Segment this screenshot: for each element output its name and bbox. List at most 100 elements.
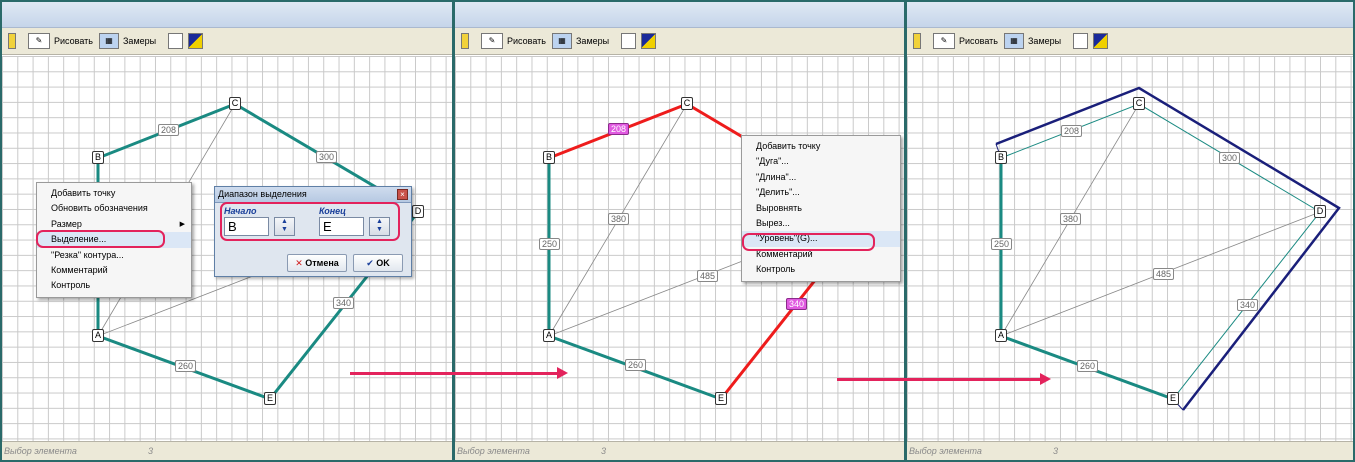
frame-icon[interactable] <box>168 33 183 49</box>
ok-button[interactable]: ✔ OK <box>353 254 403 272</box>
menu-item-add-point[interactable]: Добавить точку <box>37 186 191 201</box>
context-menu: Добавить точку "Дуга"... "Длина"... "Дел… <box>741 135 901 282</box>
menu-item-level[interactable]: "Уровень"(G)... <box>742 231 900 247</box>
node-b[interactable]: B <box>92 151 104 164</box>
color-icon[interactable] <box>1093 33 1108 49</box>
start-label: Начало <box>224 206 257 216</box>
ruler-icon[interactable] <box>8 33 16 49</box>
draw-button[interactable]: Рисовать <box>507 36 546 46</box>
frame-icon[interactable] <box>1073 33 1088 49</box>
node-e[interactable]: E <box>715 392 727 405</box>
dim-485[interactable]: 485 <box>1153 268 1175 280</box>
node-d[interactable]: D <box>1314 205 1326 218</box>
draw-button[interactable]: Рисовать <box>54 36 93 46</box>
cancel-button[interactable]: ✕ Отмена <box>287 254 347 272</box>
node-b[interactable]: B <box>995 151 1007 164</box>
node-d[interactable]: D <box>412 205 424 218</box>
dim-260[interactable]: 260 <box>1077 360 1099 372</box>
menu-item-arc[interactable]: "Дуга"... <box>742 154 900 169</box>
menu-item-refresh-labels[interactable]: Обновить обозначения <box>37 201 191 216</box>
pencil-icon[interactable]: ✎ <box>481 33 503 49</box>
dim-250[interactable]: 250 <box>991 238 1013 250</box>
dim-260[interactable]: 260 <box>625 359 647 371</box>
menu-item-control[interactable]: Контроль <box>742 262 900 277</box>
dim-300[interactable]: 300 <box>1219 152 1241 164</box>
submenu-arrow-icon: ▶ <box>179 220 185 228</box>
measure-icon[interactable]: ▦ <box>1004 33 1024 49</box>
measure-icon[interactable]: ▦ <box>99 33 119 49</box>
menu-item-control[interactable]: Контроль <box>37 278 191 293</box>
dim-380[interactable]: 380 <box>608 213 630 225</box>
ok-label: OK <box>376 258 390 268</box>
end-spin-icon[interactable]: ▲ ▼ <box>369 217 390 236</box>
dim-340[interactable]: 340 <box>786 298 808 310</box>
measures-button[interactable]: Замеры <box>1028 36 1061 46</box>
drawing-canvas[interactable]: A B C D E 208 300 340 260 Добавить точку… <box>2 56 452 441</box>
arrow-right-icon <box>557 367 568 379</box>
window-titlebar <box>907 2 1353 28</box>
menu-item-length[interactable]: "Длина"... <box>742 170 900 185</box>
menu-item-size[interactable]: Размер ▶ <box>37 217 191 232</box>
node-b[interactable]: B <box>543 151 555 164</box>
dim-380[interactable]: 380 <box>1060 213 1082 225</box>
menu-item-comment[interactable]: Комментарий <box>37 263 191 278</box>
dim-250[interactable]: 250 <box>539 238 561 250</box>
measures-button[interactable]: Замеры <box>576 36 609 46</box>
end-field[interactable]: E <box>319 217 364 236</box>
node-e[interactable]: E <box>1167 392 1179 405</box>
dim-208[interactable]: 208 <box>608 123 630 135</box>
ruler-icon[interactable] <box>461 33 469 49</box>
dim-208[interactable]: 208 <box>1061 125 1083 137</box>
window-titlebar <box>2 2 452 28</box>
node-a[interactable]: A <box>543 329 555 342</box>
draw-button[interactable]: Рисовать <box>959 36 998 46</box>
node-a[interactable]: A <box>995 329 1007 342</box>
status-text: Выбор элемента <box>4 446 77 456</box>
menu-item-add-point[interactable]: Добавить точку <box>742 139 900 154</box>
status-count: 3 <box>1053 446 1059 456</box>
statusbar: Выбор элемента 3 <box>2 441 452 460</box>
close-icon[interactable]: × <box>397 189 408 200</box>
dim-485[interactable]: 485 <box>697 270 719 282</box>
menu-item-cutout[interactable]: Вырез... <box>742 216 900 231</box>
node-e[interactable]: E <box>264 392 276 405</box>
measure-icon[interactable]: ▦ <box>552 33 572 49</box>
drawing-canvas[interactable]: A B C D E 208 300 250 380 485 340 260 <box>907 56 1353 441</box>
menu-item-divide[interactable]: "Делить"... <box>742 185 900 200</box>
color-icon[interactable] <box>188 33 203 49</box>
status-count: 3 <box>601 446 607 456</box>
menu-item-comment[interactable]: Комментарий <box>742 247 900 262</box>
dim-208[interactable]: 208 <box>158 124 180 136</box>
selection-range-dialog: Диапазон выделения × Начало B ▲ ▼ Конец E… <box>214 186 412 277</box>
node-c[interactable]: C <box>1133 97 1145 110</box>
start-spin-icon[interactable]: ▲ ▼ <box>274 217 295 236</box>
menu-item-align[interactable]: Выровнять <box>742 201 900 216</box>
panel-3: ✎ Рисовать ▦ Замеры A B C D E 208 300 25… <box>905 0 1355 462</box>
frame-icon[interactable] <box>621 33 636 49</box>
context-menu: Добавить точку Обновить обозначения Разм… <box>36 182 192 298</box>
check-icon: ✔ <box>366 258 377 268</box>
node-c[interactable]: C <box>229 97 241 110</box>
measures-button[interactable]: Замеры <box>123 36 156 46</box>
dim-340[interactable]: 340 <box>1237 299 1259 311</box>
start-field[interactable]: B <box>224 217 269 236</box>
dim-260[interactable]: 260 <box>175 360 197 372</box>
drawing-canvas[interactable]: A B C E 208 250 380 485 340 260 Добавить… <box>455 56 904 441</box>
menu-item-selection[interactable]: Выделение... <box>37 232 191 248</box>
panel-2: ✎ Рисовать ▦ Замеры A B C E 208 250 380 … <box>453 0 906 462</box>
pencil-icon[interactable]: ✎ <box>28 33 50 49</box>
dim-300[interactable]: 300 <box>316 151 338 163</box>
toolbar: ✎ Рисовать ▦ Замеры <box>907 28 1353 55</box>
color-icon[interactable] <box>641 33 656 49</box>
dialog-title: Диапазон выделения <box>215 187 411 203</box>
node-a[interactable]: A <box>92 329 104 342</box>
end-label: Конец <box>319 206 346 216</box>
status-text: Выбор элемента <box>909 446 982 456</box>
menu-item-cut-contour[interactable]: "Резка" контура... <box>37 248 191 263</box>
panel-1: ✎ Рисовать ▦ Замеры A B C D E 208 300 34… <box>0 0 454 462</box>
node-c[interactable]: C <box>681 97 693 110</box>
pencil-icon[interactable]: ✎ <box>933 33 955 49</box>
arrow-right-icon <box>350 372 558 375</box>
ruler-icon[interactable] <box>913 33 921 49</box>
dim-340[interactable]: 340 <box>333 297 355 309</box>
